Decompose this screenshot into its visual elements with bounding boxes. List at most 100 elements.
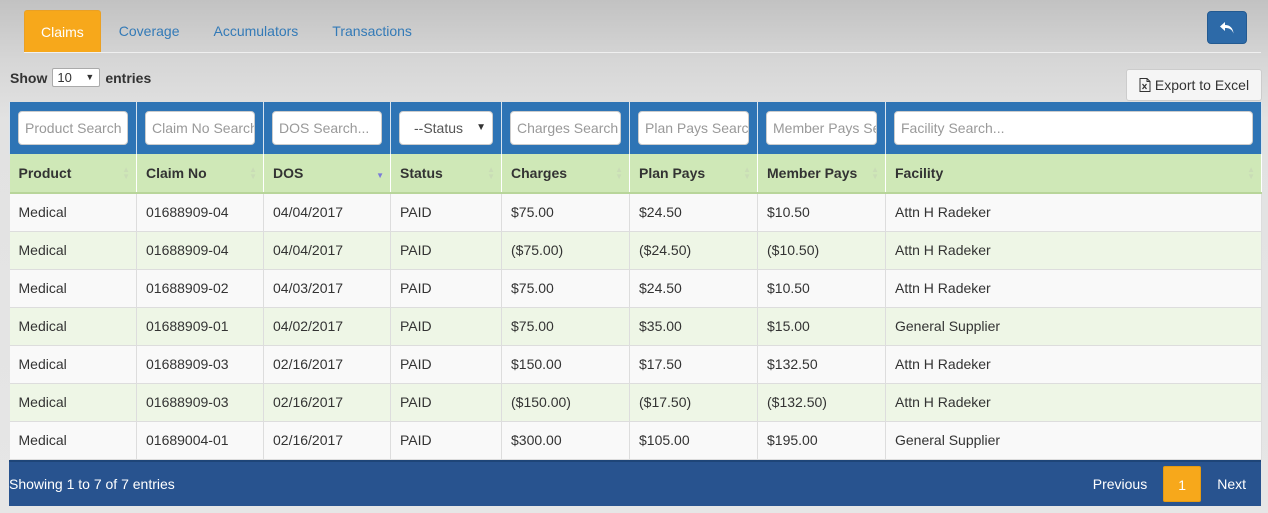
entries-label: entries: [105, 69, 152, 86]
tab-accumulators[interactable]: Accumulators: [197, 10, 314, 52]
cell-product: Medical: [9, 307, 137, 346]
previous-page-button[interactable]: Previous: [1078, 466, 1162, 502]
table-row[interactable]: Medical 01688909-04 04/04/2017 PAID ($75.00)…: [9, 231, 1262, 270]
claim-no-search-input[interactable]: Claim No Search: [145, 111, 255, 145]
cell-member-pays: ($10.50): [757, 231, 886, 270]
cell-claim-no: 01688909-04: [136, 193, 264, 232]
cell-status: PAID: [390, 193, 502, 232]
tab-bar: Claims Coverage Accumulators Transaction…: [24, 10, 1261, 53]
cell-claim-no: 01688909-01: [136, 307, 264, 346]
cell-claim-no: 01689004-01: [136, 421, 264, 460]
cell-status: PAID: [390, 421, 502, 460]
table-row[interactable]: Medical 01688909-03 02/16/2017 PAID ($150.00…: [9, 383, 1262, 422]
tab-claims[interactable]: Claims: [24, 10, 101, 52]
cell-charges: $75.00: [501, 193, 630, 232]
sort-icon: ▲ ▼: [122, 165, 130, 181]
status-filter-select[interactable]: --Status ▼: [399, 111, 493, 145]
sort-icon: ▲ ▼: [249, 165, 257, 181]
sort-icon: ▲ ▼: [871, 165, 879, 181]
column-header-charges[interactable]: Charges ▲ ▼: [501, 154, 630, 194]
column-header-facility[interactable]: Facility ▲ ▼: [885, 154, 1262, 194]
column-header-member-pays[interactable]: Member Pays ▲ ▼: [757, 154, 886, 194]
product-search-input[interactable]: Product Search: [18, 111, 128, 145]
cell-product: Medical: [9, 193, 137, 232]
cell-product: Medical: [9, 345, 137, 384]
cell-member-pays: ($132.50): [757, 383, 886, 422]
cell-claim-no: 01688909-04: [136, 231, 264, 270]
cell-claim-no: 01688909-03: [136, 383, 264, 422]
table-info: Showing 1 to 7 of 7 entries: [9, 476, 175, 492]
cell-product: Medical: [9, 383, 137, 422]
cell-dos: 04/02/2017: [263, 307, 391, 346]
excel-file-icon: [1139, 78, 1151, 92]
claims-table: Product Search Claim No Search DOS Searc…: [9, 102, 1262, 460]
cell-facility: Attn H Radeker: [885, 193, 1262, 232]
header-row: Product ▲ ▼ Claim No ▲ ▼ DOS ▼ Status ▲ ▼ Charg…: [9, 154, 1262, 194]
cell-member-pays: $10.50: [757, 193, 886, 232]
cell-member-pays: $132.50: [757, 345, 886, 384]
table-footer: Showing 1 to 7 of 7 entries Previous 1 N…: [9, 460, 1261, 506]
cell-plan-pays: $105.00: [629, 421, 758, 460]
back-button[interactable]: [1207, 11, 1247, 44]
tab-transactions[interactable]: Transactions: [316, 10, 428, 52]
dos-search-input[interactable]: DOS Search...: [272, 111, 382, 145]
sort-icon: ▲ ▼: [615, 165, 623, 181]
cell-plan-pays: $35.00: [629, 307, 758, 346]
cell-charges: $75.00: [501, 307, 630, 346]
table-row[interactable]: Medical 01688909-03 02/16/2017 PAID $150.00 $…: [9, 345, 1262, 384]
column-header-product[interactable]: Product ▲ ▼: [9, 154, 137, 194]
column-header-claim-no[interactable]: Claim No ▲ ▼: [136, 154, 264, 194]
cell-status: PAID: [390, 307, 502, 346]
entries-length-control: Show 10 ▼ entries: [10, 68, 151, 87]
cell-dos: 02/16/2017: [263, 383, 391, 422]
cell-plan-pays: ($17.50): [629, 383, 758, 422]
cell-facility: Attn H Radeker: [885, 231, 1262, 270]
cell-charges: $300.00: [501, 421, 630, 460]
cell-dos: 04/04/2017: [263, 193, 391, 232]
table-row[interactable]: Medical 01688909-02 04/03/2017 PAID $75.00 $2…: [9, 269, 1262, 308]
column-header-status[interactable]: Status ▲ ▼: [390, 154, 502, 194]
plan-pays-search-input[interactable]: Plan Pays Search: [638, 111, 749, 145]
cell-dos: 04/04/2017: [263, 231, 391, 270]
filter-row: Product Search Claim No Search DOS Searc…: [9, 102, 1262, 154]
sort-desc-icon: ▼: [376, 171, 384, 180]
cell-plan-pays: ($24.50): [629, 231, 758, 270]
cell-plan-pays: $17.50: [629, 345, 758, 384]
cell-charges: $150.00: [501, 345, 630, 384]
next-page-button[interactable]: Next: [1202, 466, 1261, 502]
charges-search-input[interactable]: Charges Search: [510, 111, 621, 145]
show-label: Show: [10, 69, 48, 86]
cell-dos: 02/16/2017: [263, 421, 391, 460]
table-row[interactable]: Medical 01689004-01 02/16/2017 PAID $300.00 $…: [9, 421, 1262, 460]
table-row[interactable]: Medical 01688909-04 04/04/2017 PAID $75.00 $2…: [9, 193, 1262, 232]
cell-facility: General Supplier: [885, 307, 1262, 346]
cell-plan-pays: $24.50: [629, 269, 758, 308]
cell-product: Medical: [9, 421, 137, 460]
cell-claim-no: 01688909-02: [136, 269, 264, 308]
chevron-down-icon: ▼: [85, 72, 95, 82]
cell-facility: Attn H Radeker: [885, 345, 1262, 384]
page-button-current[interactable]: 1: [1163, 466, 1202, 502]
cell-member-pays: $10.50: [757, 269, 886, 308]
cell-facility: Attn H Radeker: [885, 269, 1262, 308]
sort-icon: ▲ ▼: [487, 165, 495, 181]
cell-status: PAID: [390, 383, 502, 422]
column-header-dos[interactable]: DOS ▼: [263, 154, 391, 194]
table-row[interactable]: Medical 01688909-01 04/02/2017 PAID $75.00 $3…: [9, 307, 1262, 346]
pagination: Previous 1 Next: [1078, 466, 1261, 502]
sort-icon: ▲ ▼: [743, 165, 751, 181]
chevron-down-icon: ▼: [476, 122, 486, 133]
cell-dos: 04/03/2017: [263, 269, 391, 308]
cell-member-pays: $195.00: [757, 421, 886, 460]
cell-facility: Attn H Radeker: [885, 383, 1262, 422]
cell-dos: 02/16/2017: [263, 345, 391, 384]
entries-per-page-select[interactable]: 10 ▼: [52, 68, 101, 87]
status-filter-value: --Status: [414, 120, 464, 136]
column-header-plan-pays[interactable]: Plan Pays ▲ ▼: [629, 154, 758, 194]
tab-coverage[interactable]: Coverage: [103, 10, 196, 52]
cell-charges: ($150.00): [501, 383, 630, 422]
cell-facility: General Supplier: [885, 421, 1262, 460]
export-to-excel-button[interactable]: Export to Excel: [1126, 69, 1262, 101]
facility-search-input[interactable]: Facility Search...: [894, 111, 1253, 145]
member-pays-search-input[interactable]: Member Pays Search: [766, 111, 877, 145]
